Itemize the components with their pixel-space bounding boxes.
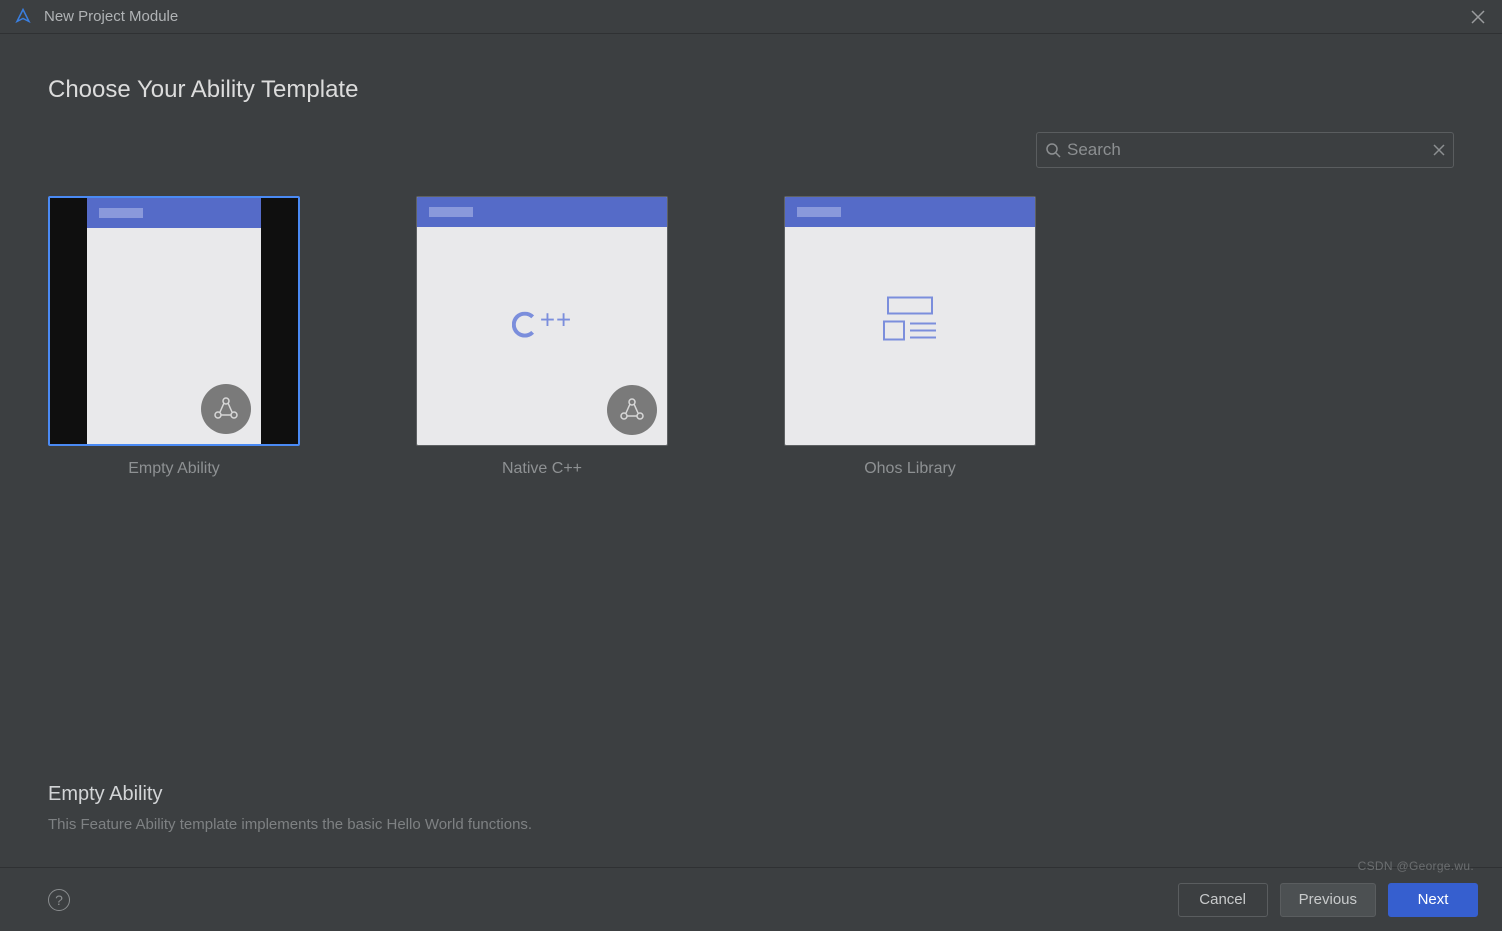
app-logo-icon: [14, 8, 32, 26]
footer-bar: ? Cancel Previous Next: [0, 867, 1502, 931]
cancel-button[interactable]: Cancel: [1178, 883, 1268, 917]
close-icon: [1433, 144, 1445, 156]
template-card: [48, 196, 300, 446]
help-icon: ?: [55, 892, 63, 908]
dialog-window: New Project Module Choose Your Ability T…: [0, 0, 1502, 931]
distributed-icon: [201, 384, 251, 434]
search-icon: [1045, 142, 1061, 158]
window-title: New Project Module: [44, 8, 1464, 25]
phone-preview: [785, 197, 1035, 445]
page-heading: Choose Your Ability Template: [48, 76, 1454, 104]
template-card: ++: [416, 196, 668, 446]
phone-preview: ++: [417, 197, 667, 445]
titlebar: New Project Module: [0, 0, 1502, 34]
template-detail: Empty Ability This Feature Ability templ…: [48, 783, 1454, 857]
template-empty-ability[interactable]: Empty Ability: [48, 196, 300, 478]
template-label: Empty Ability: [128, 460, 220, 478]
help-button[interactable]: ?: [48, 889, 70, 911]
distributed-icon: [607, 385, 657, 435]
clear-search-button[interactable]: [1433, 144, 1445, 156]
template-label: Ohos Library: [864, 460, 956, 478]
template-card: [784, 196, 1036, 446]
close-icon: [1471, 10, 1485, 24]
content-area: Choose Your Ability Template: [0, 34, 1502, 867]
search-input[interactable]: [1067, 140, 1433, 160]
detail-title: Empty Ability: [48, 783, 1454, 806]
library-icon: [882, 296, 938, 347]
template-grid: Empty Ability ++ Native C++: [48, 196, 1454, 478]
template-label: Native C++: [502, 460, 582, 478]
cpp-icon: ++: [512, 305, 572, 338]
next-button[interactable]: Next: [1388, 883, 1478, 917]
previous-button[interactable]: Previous: [1280, 883, 1376, 917]
template-ohos-library[interactable]: Ohos Library: [784, 196, 1036, 478]
detail-description: This Feature Ability template implements…: [48, 816, 1454, 833]
template-native-cpp[interactable]: ++ Native C++: [416, 196, 668, 478]
close-button[interactable]: [1464, 3, 1492, 31]
phone-preview: [87, 198, 261, 444]
search-box[interactable]: [1036, 132, 1454, 168]
